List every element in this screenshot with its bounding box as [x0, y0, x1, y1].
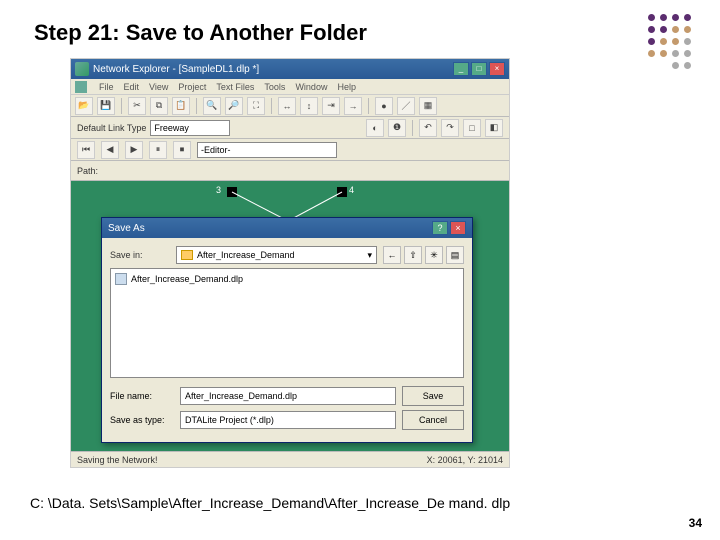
- tool-e-icon[interactable]: □: [463, 119, 481, 137]
- status-left: Saving the Network!: [77, 455, 427, 465]
- merge-icon[interactable]: ⇥: [322, 97, 340, 115]
- menu-window[interactable]: Window: [295, 82, 327, 92]
- menu-view[interactable]: View: [149, 82, 168, 92]
- save-in-folder: After_Increase_Demand: [197, 250, 295, 260]
- zoom-in-icon[interactable]: 🔍: [203, 97, 221, 115]
- page-number: 34: [689, 516, 702, 530]
- decoration-dots: [648, 14, 692, 70]
- save-in-label: Save in:: [110, 250, 170, 260]
- fit-icon[interactable]: ⛶: [247, 97, 265, 115]
- stop-icon[interactable]: ⏹: [173, 141, 191, 159]
- menu-edit[interactable]: Edit: [124, 82, 140, 92]
- back-icon[interactable]: ←: [383, 246, 401, 264]
- link-icon[interactable]: ／: [397, 97, 415, 115]
- save-button[interactable]: Save: [402, 386, 464, 406]
- list-item-name: After_Increase_Demand.dlp: [131, 274, 243, 284]
- paste-icon[interactable]: 📋: [172, 97, 190, 115]
- window-title: Network Explorer - [SampleDL1.dlp *]: [93, 64, 453, 75]
- dialog-title: Save As: [108, 223, 432, 234]
- arrow-right-icon[interactable]: →: [344, 97, 362, 115]
- menu-textfiles[interactable]: Text Files: [216, 82, 254, 92]
- open-icon[interactable]: 📂: [75, 97, 93, 115]
- up-icon[interactable]: ⇧: [404, 246, 422, 264]
- linktype-select[interactable]: [150, 120, 230, 136]
- menu-help[interactable]: Help: [337, 82, 356, 92]
- status-right: X: 20061, Y: 21014: [427, 455, 503, 465]
- tool-f-icon[interactable]: ◧: [485, 119, 503, 137]
- menu-file[interactable]: File: [99, 82, 114, 92]
- menu-project[interactable]: Project: [178, 82, 206, 92]
- window-titlebar: Network Explorer - [SampleDL1.dlp *] _ □…: [71, 59, 509, 79]
- network-canvas[interactable]: 3 4 1 2 Save As ? ×: [71, 181, 509, 451]
- app-screenshot: Network Explorer - [SampleDL1.dlp *] _ □…: [70, 58, 510, 468]
- views-icon[interactable]: ▤: [446, 246, 464, 264]
- rewind-icon[interactable]: ⏮: [77, 141, 95, 159]
- prev-icon[interactable]: ◀: [101, 141, 119, 159]
- arrow-ud-icon[interactable]: ↕: [300, 97, 318, 115]
- file-icon: [115, 273, 127, 285]
- save-in-field[interactable]: After_Increase_Demand ▾: [176, 246, 377, 264]
- play-icon[interactable]: ▶: [125, 141, 143, 159]
- minimize-button[interactable]: _: [453, 62, 469, 76]
- copy-icon[interactable]: ⧉: [150, 97, 168, 115]
- app-logo-icon: [75, 62, 89, 76]
- close-button[interactable]: ×: [489, 62, 505, 76]
- arrow-lr-icon[interactable]: ↔: [278, 97, 296, 115]
- save-icon[interactable]: 💾: [97, 97, 115, 115]
- menubar: File Edit View Project Text Files Tools …: [71, 79, 509, 95]
- newfolder-icon[interactable]: ✳: [425, 246, 443, 264]
- type-field[interactable]: DTALite Project (*.dlp): [180, 411, 396, 429]
- zoom-out-icon[interactable]: 🔎: [225, 97, 243, 115]
- cut-icon[interactable]: ✂: [128, 97, 146, 115]
- filename-label: File name:: [110, 391, 174, 401]
- node-icon[interactable]: ●: [375, 97, 393, 115]
- folder-icon: [181, 250, 193, 260]
- toolbar-main: 📂 💾 ✂ ⧉ 📋 🔍 🔎 ⛶ ↔ ↕ ⇥ → ● ／ ▦: [71, 95, 509, 117]
- type-label: Save as type:: [110, 415, 174, 425]
- list-item[interactable]: After_Increase_Demand.dlp: [115, 273, 459, 285]
- statusbar: Saving the Network! X: 20061, Y: 21014: [71, 451, 509, 467]
- pause-icon[interactable]: ⏸: [149, 141, 167, 159]
- dialog-close-button[interactable]: ×: [450, 221, 466, 235]
- tool-a-icon[interactable]: ◐: [366, 119, 384, 137]
- help-button[interactable]: ?: [432, 221, 448, 235]
- slide-title: Step 21: Save to Another Folder: [34, 20, 690, 46]
- dialog-titlebar: Save As ? ×: [102, 218, 472, 238]
- cancel-button[interactable]: Cancel: [402, 410, 464, 430]
- grid-icon[interactable]: ▦: [419, 97, 437, 115]
- maximize-button[interactable]: □: [471, 62, 487, 76]
- filename-field[interactable]: After_Increase_Demand.dlp: [180, 387, 396, 405]
- linktype-label: Default Link Type: [77, 123, 146, 133]
- editor-field[interactable]: -Editor-: [197, 142, 337, 158]
- app-menu-icon: [75, 81, 87, 93]
- toolbar-linktype: Default Link Type ◐ ❶ ↶ ↷ □ ◧: [71, 117, 509, 139]
- footer-path: C: \Data. Sets\Sample\After_Increase_Dem…: [30, 494, 660, 512]
- pathbar: Path:: [71, 161, 509, 181]
- toolbar-editor: ⏮ ◀ ▶ ⏸ ⏹ -Editor-: [71, 139, 509, 161]
- file-list[interactable]: After_Increase_Demand.dlp: [110, 268, 464, 378]
- save-as-dialog: Save As ? × Save in: After_Increase_Dema…: [101, 217, 473, 443]
- tool-b-icon[interactable]: ❶: [388, 119, 406, 137]
- tool-c-icon[interactable]: ↶: [419, 119, 437, 137]
- menu-tools[interactable]: Tools: [264, 82, 285, 92]
- tool-d-icon[interactable]: ↷: [441, 119, 459, 137]
- path-label: Path:: [77, 166, 98, 176]
